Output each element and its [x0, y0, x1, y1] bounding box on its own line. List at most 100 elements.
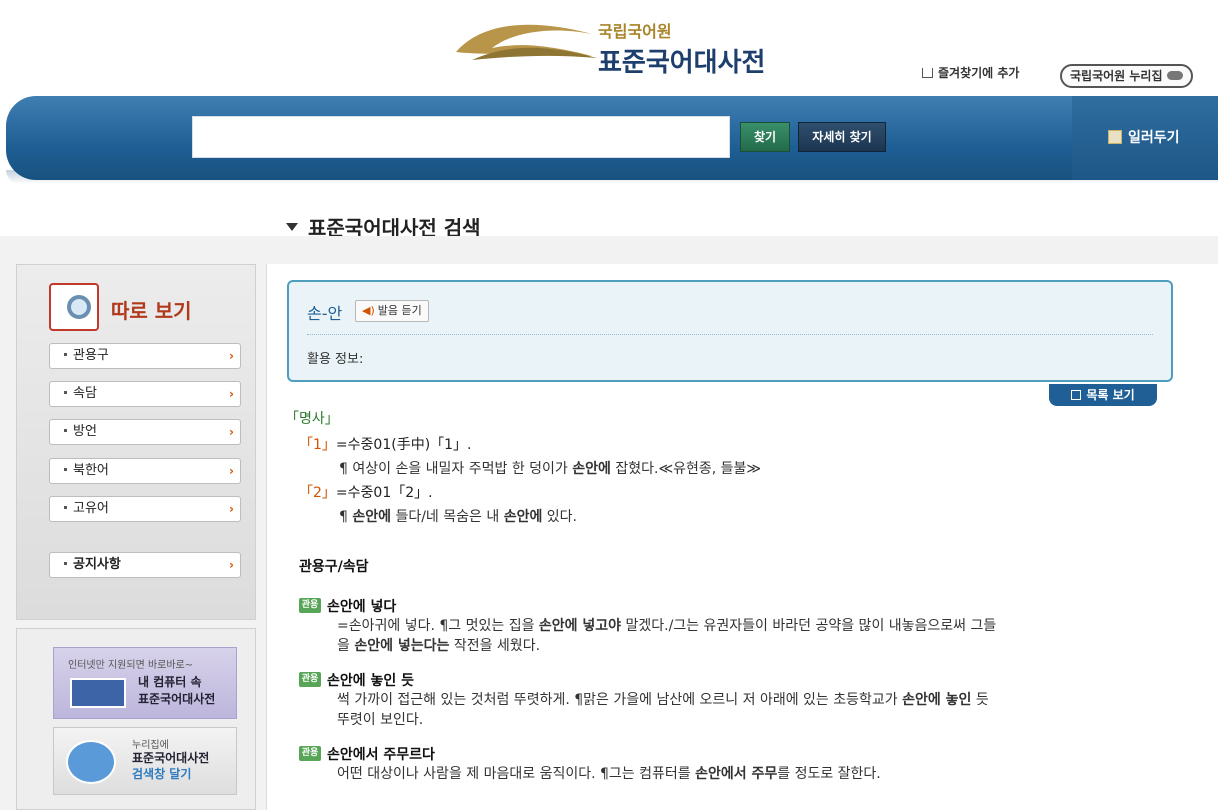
sidebar-item-dialect[interactable]: 방언 › [49, 419, 241, 445]
definition-highlight: 손안에 넣는다는 [354, 638, 450, 654]
sidebar-item-idiom[interactable]: 관용구 › [49, 343, 241, 369]
definition-text: =손아귀에 넣다. ¶그 멋있는 집을 [337, 618, 539, 634]
offline-dictionary-banner[interactable]: 인터넷만 지원되면 바로바로~ 내 컴퓨터 속 표준국어대사전 [53, 647, 237, 719]
definition-text: 말겠다./그는 유권자들이 바라던 공약을 많이 내놓음으로써 그들 [621, 618, 997, 634]
nuri-homepage-link[interactable]: 국립국어원 누리집 [1060, 64, 1193, 88]
promo-box: 인터넷만 지원되면 바로바로~ 내 컴퓨터 속 표준국어대사전 누리집에 표준국… [16, 628, 256, 810]
idiom-title: 손안에 넣다 [327, 599, 397, 615]
definition-text: 듯 [971, 692, 989, 708]
definition-text: 를 정도로 잘한다. [777, 766, 881, 782]
bullet-icon [64, 562, 67, 565]
list-icon [1071, 390, 1082, 400]
usage-info-label: 활용 정보: [307, 352, 364, 367]
sense-number: 「2」 [299, 485, 336, 501]
promo-title-line1: 표준국어대사전 [132, 751, 210, 765]
sidebar-item-proverb[interactable]: 속담 › [49, 381, 241, 407]
sense-example: ¶ 여상이 손을 내밀자 주먹밥 한 덩이가 손안에 잡혔다.≪유현종, 들불≫ [339, 458, 761, 478]
chevron-right-icon: › [229, 502, 234, 516]
site-logo[interactable]: 국립국어원 표준국어대사전 [452, 12, 792, 82]
bullet-icon [64, 429, 67, 432]
search-button[interactable]: 찾기 [740, 122, 790, 152]
search-bar: 찾기 자세히 찾기 일러두기 [6, 96, 1218, 180]
triangle-down-icon [286, 223, 298, 231]
chevron-right-icon: › [229, 558, 234, 572]
entry-headword: 손-안 [307, 304, 343, 323]
example-text: 잡혔다.≪유현종, 들불≫ [610, 461, 762, 477]
bullet-icon [64, 506, 67, 509]
definition-text: 작전을 세웠다. [449, 638, 541, 654]
part-of-speech: 「명사」 [285, 411, 339, 427]
promo-title: 표준국어대사전 검색창 달기 [132, 750, 209, 782]
definition-text: 을 [337, 638, 355, 654]
pronunciation-button[interactable]: ◀) 발음 듣기 [355, 300, 429, 322]
sidebar-item-native-word[interactable]: 고유어 › [49, 496, 241, 522]
promo-title-line2: 검색창 달기 [132, 767, 192, 781]
entry-header-box: 손-안 ◀) 발음 듣기 활용 정보: [287, 280, 1173, 382]
definition-highlight: 손안에서 주무 [695, 766, 778, 782]
guide-link[interactable]: 일러두기 [1072, 96, 1218, 180]
bookmark-icon [922, 68, 933, 78]
sense-definition: 「2」=수중01「2」. [299, 482, 433, 502]
definition-text: 어떤 대상이나 사람을 제 마음대로 움직이다. ¶그는 컴퓨터를 [337, 766, 696, 782]
add-favorite-label: 즐겨찾기에 추가 [938, 66, 1020, 80]
sidebar-item-north-korean[interactable]: 북한어 › [49, 458, 241, 484]
chevron-right-icon: › [229, 464, 234, 478]
sense-text: =수중01「2」. [335, 485, 433, 501]
definition-highlight: 손안에 넣고야 [538, 618, 622, 634]
promo-caption: 누리집에 [132, 740, 169, 751]
sidebar-heading-label: 따로 보기 [111, 299, 192, 323]
promo-title-line1: 내 컴퓨터 속 [138, 675, 202, 689]
advanced-search-button[interactable]: 자세히 찾기 [798, 122, 886, 152]
chevron-right-icon: › [229, 349, 234, 363]
globe-icon [66, 740, 116, 784]
sidebar-item-label: 관용구 [73, 348, 109, 363]
list-view-button[interactable]: 목록 보기 [1049, 384, 1157, 406]
logo-dictionary-name: 표준국어대사전 [598, 48, 766, 78]
search-input[interactable] [192, 116, 730, 158]
idiom-definition: 썩 가까이 접근해 있는 것처럼 뚜렷하게. ¶맑은 가을에 남산에 오르니 저… [337, 690, 1167, 730]
example-text: ¶ [339, 509, 353, 525]
definition-highlight: 손안에 놓인 [902, 692, 972, 708]
idiom-title: 손안에서 주무르다 [327, 747, 435, 763]
logo-swoosh-icon [456, 24, 597, 60]
bullet-icon [64, 353, 67, 356]
sense-definition: 「1」=수중01(手中)「1」. [299, 434, 472, 454]
list-view-label: 목록 보기 [1086, 388, 1135, 402]
speaker-icon: ◀) [362, 304, 375, 317]
sidebar-item-label: 방언 [73, 424, 97, 439]
pill-icon [1166, 71, 1183, 80]
add-favorite-link[interactable]: 즐겨찾기에 추가 [922, 64, 1019, 81]
bullet-icon [64, 391, 67, 394]
divider [307, 334, 1153, 335]
sense-text: =수중01(手中)「1」. [335, 437, 472, 453]
logo-org-name: 국립국어원 [598, 22, 672, 41]
sidebar-item-label: 속담 [73, 386, 97, 401]
nuri-homepage-label: 국립국어원 누리집 [1070, 69, 1163, 83]
example-text: 있다. [542, 509, 577, 525]
idiom-definition: 어떤 대상이나 사람을 제 마음대로 움직이다. ¶그는 컴퓨터를 손안에서 주… [337, 764, 1167, 784]
guide-label: 일러두기 [1128, 130, 1180, 146]
sidebar-item-notice[interactable]: 공지사항 › [49, 552, 241, 578]
main-content: 손-안 ◀) 발음 듣기 활용 정보: 목록 보기 「명사」 「1」=수중01(手… [266, 264, 1218, 810]
chevron-right-icon: › [229, 425, 234, 439]
sense-number: 「1」 [299, 437, 336, 453]
promo-title: 내 컴퓨터 속 표준국어대사전 [138, 674, 215, 708]
sidebar-item-label: 고유어 [73, 501, 109, 516]
example-highlight: 손안에 [352, 509, 391, 525]
search-widget-banner[interactable]: 누리집에 표준국어대사전 검색창 달기 [53, 727, 237, 795]
pronunciation-label: 발음 듣기 [377, 304, 422, 317]
bullet-icon [64, 468, 67, 471]
promo-title-line2: 표준국어대사전 [138, 692, 216, 706]
idiom-title: 손안에 놓인 듯 [327, 673, 415, 689]
sense-example: ¶ 손안에 들다/네 목숨은 내 손안에 있다. [339, 506, 577, 526]
sidebar-item-label: 공지사항 [73, 557, 121, 572]
promo-caption: 인터넷만 지원되면 바로바로~ [68, 660, 194, 671]
idiom-badge: 관용 [299, 672, 321, 687]
computer-icon [70, 678, 126, 708]
chevron-right-icon: › [229, 387, 234, 401]
example-highlight: 손안에 [572, 461, 611, 477]
header: 국립국어원 표준국어대사전 즐겨찾기에 추가 국립국어원 누리집 [0, 0, 1218, 96]
example-highlight: 손안에 [503, 509, 543, 525]
definition-text: 썩 가까이 접근해 있는 것처럼 뚜렷하게. ¶맑은 가을에 남산에 오르니 저… [337, 692, 903, 708]
idiom-definition: =손아귀에 넣다. ¶그 멋있는 집을 손안에 넣고야 말겠다./그는 유권자들… [337, 616, 1167, 656]
